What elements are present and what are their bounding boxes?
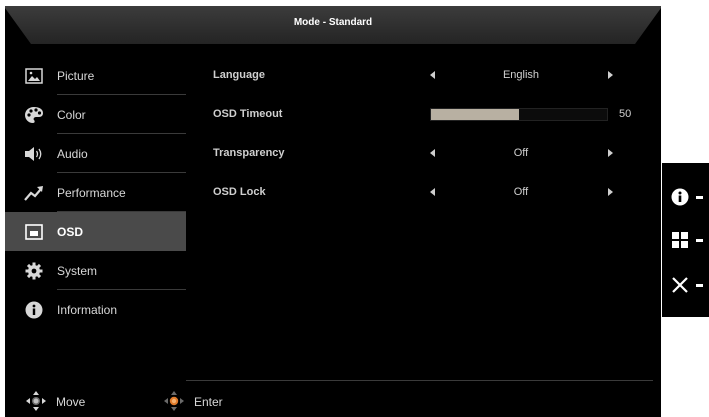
enter-hint: Enter [163, 390, 223, 414]
setting-row-osd-timeout[interactable]: OSD Timeout 50 [213, 95, 653, 134]
mode-title: Mode - Standard [293, 17, 373, 28]
category-sidebar: Picture Color Audio Performance OSD Syst… [5, 56, 186, 329]
dash-marker [696, 238, 703, 242]
language-value: English [502, 69, 540, 81]
footer-divider [186, 380, 653, 381]
osd-timeout-slider[interactable] [430, 108, 608, 121]
setting-label: Transparency [213, 147, 285, 159]
sidebar-item-system[interactable]: System [5, 251, 186, 290]
setting-label: OSD Lock [213, 186, 266, 198]
hotkey-close[interactable] [662, 270, 709, 300]
slider-fill [431, 109, 519, 120]
transparency-value: Off [513, 147, 529, 159]
sidebar-item-audio[interactable]: Audio [5, 134, 186, 173]
osd-window-icon [23, 221, 45, 243]
sidebar-item-label: OSD [57, 224, 84, 239]
left-arrow-icon[interactable] [430, 149, 435, 157]
grid-icon [670, 230, 690, 250]
sidebar-item-label: Audio [57, 146, 88, 161]
joystick-press-icon [163, 390, 185, 415]
left-arrow-icon[interactable] [430, 71, 435, 79]
close-icon [670, 275, 690, 295]
setting-row-transparency[interactable]: Transparency Off [213, 134, 653, 173]
trend-arrow-icon [23, 182, 45, 204]
sidebar-item-label: Information [57, 302, 118, 317]
osd-settings-panel: Language English OSD Timeout 50 Transpar… [213, 56, 653, 212]
move-label: Move [56, 395, 86, 409]
sidebar-item-label: Color [57, 107, 86, 122]
sidebar-item-picture[interactable]: Picture [5, 56, 186, 95]
sidebar-item-label: Performance [57, 185, 126, 200]
osd-header: Mode - Standard [5, 6, 661, 44]
hotkey-menu[interactable] [662, 225, 709, 255]
sidebar-item-osd[interactable]: OSD [5, 212, 186, 251]
gear-icon [23, 260, 45, 282]
setting-row-language[interactable]: Language English [213, 56, 653, 95]
sidebar-item-label: Picture [57, 68, 95, 83]
osd-lock-value: Off [513, 186, 529, 198]
move-hint: Move [25, 390, 85, 414]
enter-label: Enter [194, 395, 223, 409]
dash-marker [696, 195, 703, 199]
setting-label: OSD Timeout [213, 108, 283, 120]
sidebar-item-label: System [57, 263, 98, 278]
right-arrow-icon[interactable] [608, 71, 613, 79]
sidebar-item-information[interactable]: Information [5, 290, 186, 329]
right-arrow-icon[interactable] [608, 188, 613, 196]
picture-icon [23, 65, 45, 87]
info-icon [23, 299, 45, 321]
palette-icon [23, 104, 45, 126]
speaker-icon [23, 143, 45, 165]
info-icon [670, 187, 690, 207]
right-arrow-icon[interactable] [608, 149, 613, 157]
left-arrow-icon[interactable] [430, 188, 435, 196]
setting-label: Language [213, 69, 265, 81]
osd-timeout-value: 50 [619, 108, 632, 120]
dash-marker [696, 283, 703, 287]
setting-row-osd-lock[interactable]: OSD Lock Off [213, 173, 653, 212]
osd-footer: Move Enter [5, 390, 661, 414]
sidebar-item-color[interactable]: Color [5, 95, 186, 134]
osd-menu: Mode - Standard Picture Color Audio Perf… [5, 6, 661, 417]
hotkey-info[interactable] [662, 182, 709, 212]
hotkey-panel [662, 163, 709, 317]
sidebar-item-performance[interactable]: Performance [5, 173, 186, 212]
joystick-move-icon [25, 390, 47, 415]
